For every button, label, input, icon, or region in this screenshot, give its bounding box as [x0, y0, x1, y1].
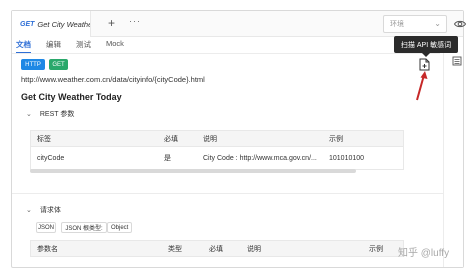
document-list-icon[interactable] — [452, 56, 462, 66]
tab-test[interactable]: 测试 — [76, 37, 91, 53]
section-divider — [12, 193, 443, 194]
chevron-down-icon: ⌄ — [434, 19, 441, 28]
tab-title: Get City Weathe — [37, 19, 90, 29]
param-description: City Code : http://www.mca.gov.cn/... — [203, 154, 317, 162]
json-root-type-label: JSON 根类型: — [61, 222, 107, 233]
chevron-down-icon: ⌄ — [26, 207, 32, 214]
horizontal-scrollbar[interactable] — [30, 169, 356, 173]
header-example: 示例 — [329, 135, 343, 143]
api-title: Get City Weather Today — [21, 92, 122, 102]
eye-icon[interactable] — [453, 17, 467, 31]
header-required: 必填 — [209, 245, 223, 253]
body-type-json[interactable]: JSON — [36, 222, 56, 233]
header-description: 说明 — [203, 135, 217, 143]
tab-method-badge: GET — [20, 20, 35, 28]
header-param-name: 参数名 — [37, 245, 58, 253]
app-window: GET Get City Weathe + ··· 环境 ⌄ 文档 编辑 测试 … — [0, 0, 474, 271]
red-arrow-annotation — [416, 71, 428, 101]
right-sidebar — [443, 37, 463, 267]
rest-params-section-header[interactable]: ⌄ REST 参数 — [26, 109, 74, 119]
table-row: cityCode 是 City Code : http://www.mca.go… — [30, 147, 404, 170]
endpoint-url: http://www.weather.com.cn/data/cityinfo/… — [21, 75, 205, 84]
param-example: 101010100 — [329, 154, 365, 162]
chevron-down-icon: ⌄ — [26, 111, 32, 118]
scan-sensitive-words-tooltip: 扫描 API 敏感词 — [394, 36, 458, 57]
method-badge: GET — [49, 59, 68, 70]
param-required: 是 — [164, 155, 171, 162]
tab-bar: GET Get City Weathe + ··· 环境 ⌄ — [12, 11, 467, 37]
header-type: 类型 — [168, 245, 182, 253]
table-header: 参数名 类型 必填 说明 示例 — [30, 240, 404, 257]
tab-get-city-weather[interactable]: GET Get City Weathe — [12, 11, 91, 37]
environment-select[interactable]: 环境 ⌄ — [383, 15, 447, 33]
table-header: 标签 必填 说明 示例 — [30, 130, 404, 147]
param-name: cityCode — [37, 154, 65, 162]
header-example: 示例 — [369, 245, 383, 253]
header-required: 必填 — [164, 135, 178, 143]
subtab-divider — [12, 53, 440, 54]
tab-docs[interactable]: 文档 — [16, 37, 31, 53]
header-label: 标签 — [37, 135, 51, 143]
json-root-type-value: Object — [107, 222, 133, 233]
protocol-badge: HTTP — [21, 59, 45, 70]
header-description: 说明 — [247, 245, 261, 253]
watermark: 知乎 @luffy — [398, 248, 450, 259]
request-body-section-header[interactable]: ⌄ 请求体 — [26, 205, 61, 215]
tab-edit[interactable]: 编辑 — [46, 37, 61, 53]
add-tab-button[interactable]: + — [108, 16, 115, 30]
environment-select-value: 环境 — [390, 21, 404, 28]
sub-tabs: 文档 编辑 测试 Mock — [16, 37, 139, 53]
tab-mock[interactable]: Mock — [106, 37, 124, 53]
more-tabs-button[interactable]: ··· — [129, 16, 141, 26]
request-body-title: 请求体 — [39, 207, 61, 214]
rest-params-title: REST 参数 — [39, 111, 75, 118]
